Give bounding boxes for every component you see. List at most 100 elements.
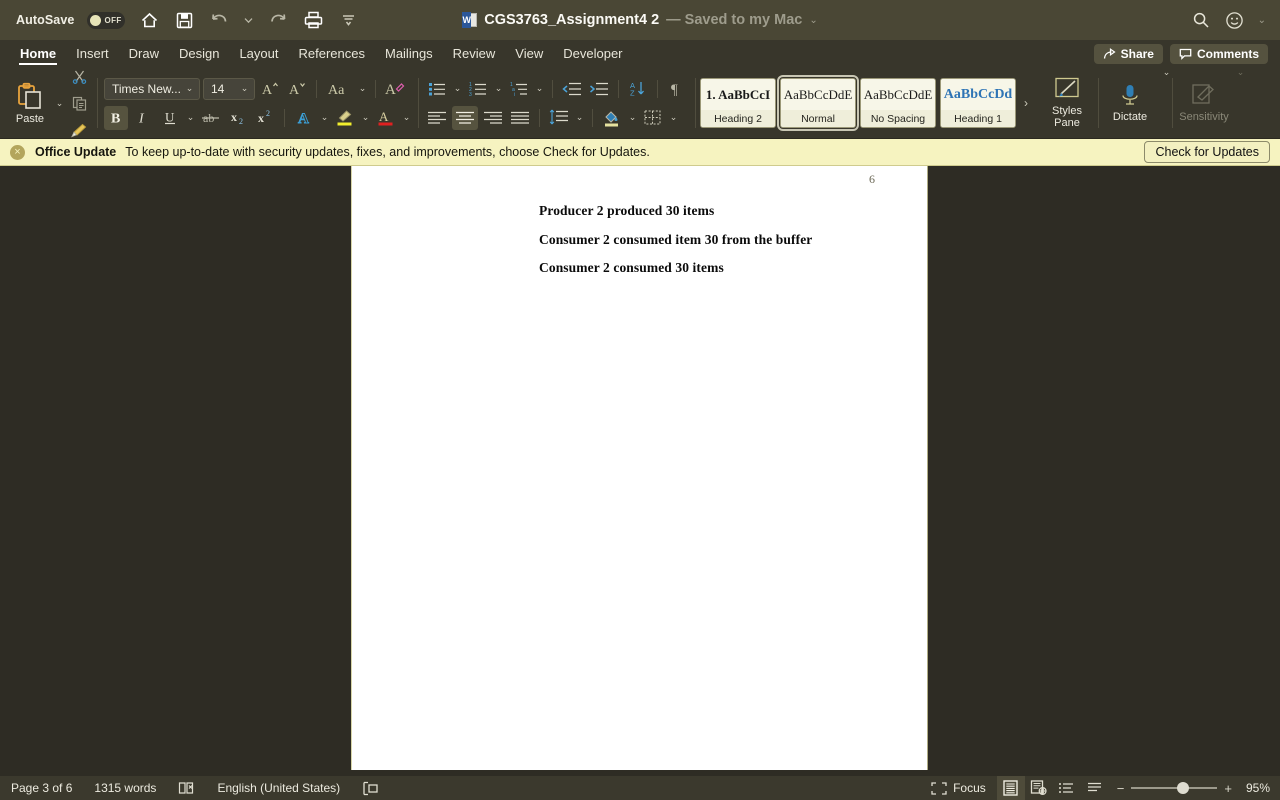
change-case-chevron-down-icon[interactable]: ⌄: [357, 83, 368, 94]
paste-dropdown-icon[interactable]: ⌄: [54, 98, 65, 109]
document-canvas[interactable]: 6 Producer 2 produced 30 items Consumer …: [0, 166, 1280, 776]
document-body[interactable]: Producer 2 produced 30 items Consumer 2 …: [539, 203, 812, 289]
text-effects-icon[interactable]: A: [292, 106, 316, 130]
subscript-icon[interactable]: x2: [226, 106, 250, 130]
tab-references[interactable]: References: [289, 40, 375, 67]
style-tile-heading-1[interactable]: AaBbCcDd Heading 1: [940, 78, 1016, 128]
font-size-select[interactable]: 14 ⌄: [203, 77, 255, 100]
font-color-chevron-down-icon[interactable]: ⌄: [401, 112, 412, 123]
tab-design[interactable]: Design: [169, 40, 229, 67]
bold-icon[interactable]: B: [104, 105, 128, 130]
shrink-font-icon[interactable]: A: [285, 77, 309, 101]
paste-button[interactable]: Paste: [6, 82, 54, 125]
borders-chevron-down-icon[interactable]: ⌄: [668, 112, 679, 123]
copy-icon[interactable]: [67, 91, 91, 115]
sort-icon[interactable]: AZ: [626, 77, 650, 101]
page-indicator[interactable]: Page 3 of 6: [0, 781, 83, 795]
undo-dropdown-icon[interactable]: [243, 9, 254, 31]
comments-button[interactable]: Comments: [1169, 43, 1268, 64]
line-spacing-chevron-down-icon[interactable]: ⌄: [574, 112, 585, 123]
word-count[interactable]: 1315 words: [83, 781, 167, 795]
borders-icon[interactable]: [641, 106, 665, 130]
text-effects-chevron-down-icon[interactable]: ⌄: [319, 112, 330, 123]
outline-icon[interactable]: [1053, 776, 1081, 800]
shading-chevron-down-icon[interactable]: ⌄: [627, 112, 638, 123]
multilevel-list-chevron-down-icon[interactable]: ⌄: [534, 83, 545, 94]
tab-review[interactable]: Review: [443, 40, 506, 67]
style-tile-normal[interactable]: AaBbCcDdE Normal: [777, 75, 859, 131]
zoom-in-button[interactable]: +: [1224, 781, 1232, 796]
check-for-updates-button[interactable]: Check for Updates: [1144, 141, 1270, 163]
show-formatting-marks-icon[interactable]: ¶: [665, 77, 689, 101]
tab-mailings[interactable]: Mailings: [375, 40, 443, 67]
change-case-icon[interactable]: Aa: [324, 77, 354, 101]
undo-icon[interactable]: [208, 9, 230, 31]
language-indicator[interactable]: English (United States): [206, 781, 351, 795]
multilevel-list-icon[interactable]: 1ai: [507, 77, 531, 101]
tab-home[interactable]: Home: [10, 40, 66, 67]
align-right-icon[interactable]: [481, 106, 505, 130]
document-page[interactable]: 6 Producer 2 produced 30 items Consumer …: [351, 166, 928, 770]
font-name-select[interactable]: Times New... ⌄: [104, 77, 200, 100]
zoom-level[interactable]: 95%: [1240, 781, 1270, 795]
justify-icon[interactable]: [508, 106, 532, 130]
dictate-button[interactable]: Dictate: [1099, 67, 1161, 139]
sensitivity-chevron-down-icon[interactable]: ⌄: [1235, 67, 1246, 138]
numbering-chevron-down-icon[interactable]: ⌄: [493, 83, 504, 94]
tab-view[interactable]: View: [505, 40, 553, 67]
increase-indent-icon[interactable]: [587, 77, 611, 101]
dictate-chevron-down-icon[interactable]: ⌄: [1161, 67, 1172, 138]
save-icon[interactable]: [173, 9, 195, 31]
web-layout-icon[interactable]: [1025, 776, 1053, 800]
style-tile-heading-2[interactable]: 1. AaBbCcI Heading 2: [700, 78, 776, 128]
highlight-color-icon[interactable]: [333, 106, 357, 130]
cut-icon[interactable]: [67, 64, 91, 88]
highlight-color-chevron-down-icon[interactable]: ⌄: [360, 112, 371, 123]
line-spacing-icon[interactable]: [547, 106, 571, 130]
share-button-label: Share: [1120, 46, 1154, 61]
tab-draw[interactable]: Draw: [119, 40, 169, 67]
style-tile-no-spacing[interactable]: AaBbCcDdE No Spacing: [860, 78, 936, 128]
zoom-slider-handle[interactable]: [1177, 782, 1190, 794]
focus-button[interactable]: Focus: [920, 781, 997, 795]
numbering-icon[interactable]: 123: [466, 77, 490, 101]
align-left-icon[interactable]: [425, 106, 449, 130]
strikethrough-icon[interactable]: ab: [199, 106, 223, 130]
underline-chevron-down-icon[interactable]: ⌄: [185, 112, 196, 123]
account-smiley-icon[interactable]: [1224, 9, 1246, 31]
print-icon[interactable]: [302, 9, 324, 31]
superscript-icon[interactable]: x2: [253, 106, 277, 130]
redo-icon[interactable]: [267, 9, 289, 31]
italic-icon[interactable]: I: [131, 106, 155, 130]
zoom-slider-track[interactable]: [1131, 782, 1218, 794]
styles-gallery-more-icon[interactable]: ›: [1020, 96, 1032, 110]
bullets-icon[interactable]: [425, 77, 449, 101]
account-dropdown-icon[interactable]: ⌄: [1258, 15, 1266, 26]
clear-formatting-icon[interactable]: A: [383, 77, 407, 101]
home-icon[interactable]: [138, 9, 160, 31]
print-layout-icon[interactable]: [996, 776, 1025, 800]
underline-icon[interactable]: U: [158, 106, 182, 130]
styles-pane-button[interactable]: Styles Pane: [1036, 67, 1098, 139]
font-color-icon[interactable]: A: [374, 106, 398, 130]
sensitivity-button[interactable]: Sensitivity: [1173, 67, 1235, 139]
tab-layout[interactable]: Layout: [229, 40, 288, 67]
autosave-toggle[interactable]: OFF: [87, 11, 126, 29]
search-icon[interactable]: [1190, 9, 1212, 31]
grow-font-icon[interactable]: A: [258, 77, 282, 101]
align-center-icon[interactable]: [452, 105, 478, 130]
shading-icon[interactable]: [600, 106, 624, 130]
zoom-out-button[interactable]: −: [1117, 781, 1125, 796]
tab-insert[interactable]: Insert: [66, 40, 119, 67]
title-dropdown-icon[interactable]: ⌄: [809, 15, 817, 26]
track-changes-icon[interactable]: [351, 781, 389, 796]
draft-icon[interactable]: [1081, 776, 1109, 800]
proofing-errors-icon[interactable]: [167, 781, 206, 795]
bullets-chevron-down-icon[interactable]: ⌄: [452, 83, 463, 94]
close-icon[interactable]: ×: [10, 144, 25, 160]
share-button[interactable]: Share: [1093, 43, 1163, 64]
tab-developer[interactable]: Developer: [553, 40, 632, 67]
decrease-indent-icon[interactable]: [560, 77, 584, 101]
zoom-slider[interactable]: − +: [1109, 781, 1240, 796]
customize-toolbar-icon[interactable]: [337, 9, 359, 31]
